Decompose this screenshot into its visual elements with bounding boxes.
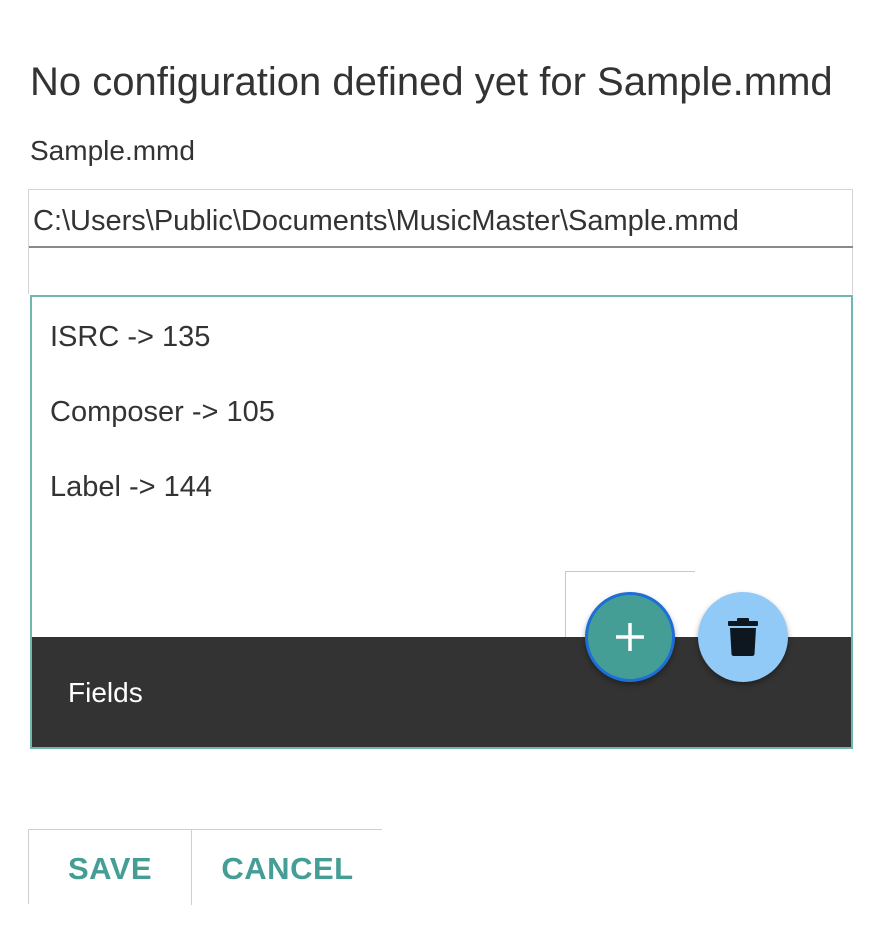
cancel-button[interactable]: CANCEL [191,830,383,905]
trash-icon [728,618,758,656]
save-button[interactable]: SAVE [29,830,191,905]
path-field[interactable]: C:\Users\Public\Documents\MusicMaster\Sa… [29,190,853,248]
list-item[interactable]: Composer -> 105 [50,392,275,467]
list-item[interactable]: Label -> 144 [50,467,275,542]
fields-footer-label: Fields [68,677,143,708]
add-field-button[interactable] [585,592,675,682]
field-list: ISRC -> 135 Composer -> 105 Label -> 144 [50,317,275,542]
filename-label: Sample.mmd [30,135,195,166]
dialog-title: No configuration defined yet for Sample.… [30,60,833,104]
dialog-actions: SAVE CANCEL [28,829,383,905]
plus-icon [616,623,644,651]
delete-field-button[interactable] [698,592,788,682]
path-container: C:\Users\Public\Documents\MusicMaster\Sa… [28,189,853,294]
fields-panel: ISRC -> 135 Composer -> 105 Label -> 144… [30,295,853,749]
list-item[interactable]: ISRC -> 135 [50,317,275,392]
